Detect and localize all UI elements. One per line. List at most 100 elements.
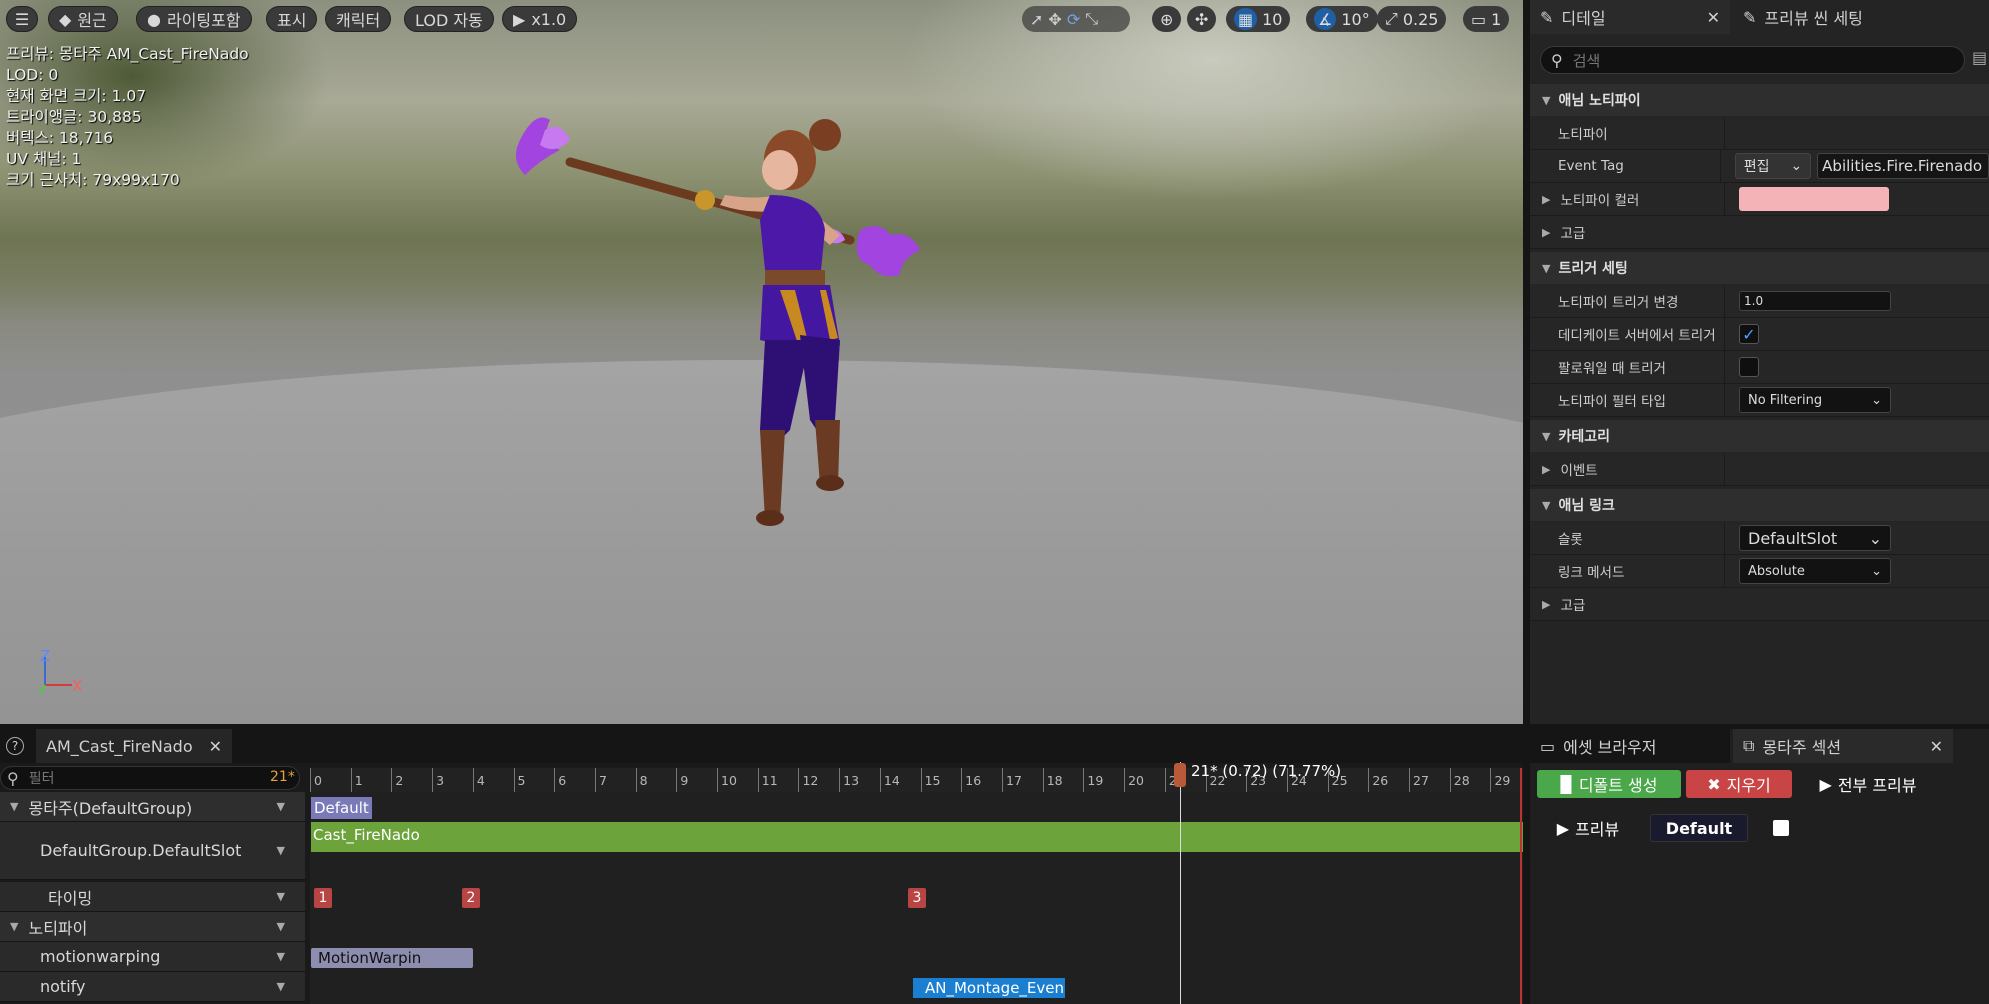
row-event[interactable]: ▶ 이벤트	[1530, 453, 1989, 486]
section-loop-checkbox[interactable]	[1773, 820, 1789, 836]
lighting-button[interactable]: ● 라이팅포함	[136, 6, 252, 32]
timeline-filter-input[interactable]: ⚲ 필터	[0, 766, 300, 790]
cube-icon: ◆	[59, 9, 72, 29]
character-button[interactable]: 캐릭터	[325, 6, 392, 32]
ruler-tick: 26	[1368, 768, 1388, 792]
close-icon[interactable]: ✕	[1707, 8, 1720, 27]
notify-color-label-cell[interactable]: ▶ 노티파이 컬러	[1530, 183, 1725, 215]
tab-montage-sections-label: 몽타주 섹션	[1762, 738, 1842, 757]
slot-dropdown[interactable]: DefaultSlot ⌄	[1739, 525, 1891, 551]
show-button[interactable]: 표시	[266, 6, 318, 32]
dropdown-icon[interactable]: ▼	[277, 950, 285, 963]
close-icon[interactable]: ✕	[1930, 737, 1943, 756]
local-space-button[interactable]: ⊕	[1152, 6, 1182, 32]
montage-event-notify[interactable]: AN_Montage_Even	[913, 978, 1065, 998]
rotate-icon[interactable]: ⟳	[1067, 10, 1080, 29]
filter-type-dropdown[interactable]: No Filtering ⌄	[1739, 387, 1891, 413]
folder-icon: ▭	[1540, 736, 1556, 756]
section-category[interactable]: ▼ 카테고리	[1530, 420, 1989, 452]
playback-speed-button[interactable]: ▶ x1.0	[502, 6, 578, 32]
select-icon[interactable]: ➚	[1030, 10, 1043, 29]
tab-montage[interactable]: AM_Cast_FireNado ✕	[36, 729, 232, 763]
section-default-button[interactable]: Default	[1650, 814, 1748, 842]
preview-viewport[interactable]: ☰ ◆ 원근 ● 라이팅포함 표시 캐릭터 LOD 자동 ▶ x1.0 ➚ ✥ ⟳ ⤡ ⊕ …	[0, 0, 1523, 724]
track-timing[interactable]: 타이밍 ▼	[0, 882, 305, 912]
section-anim-link[interactable]: ▼ 애님 링크	[1530, 489, 1989, 521]
viewport-info-triangles: 트라이앵글: 30,885	[6, 108, 142, 126]
close-icon[interactable]: ✕	[209, 737, 222, 756]
move-icon[interactable]: ✥	[1048, 10, 1061, 29]
clear-button[interactable]: ✖ 지우기	[1686, 770, 1792, 798]
tab-preview-scene-settings[interactable]: ✎ 프리뷰 씬 세팅	[1733, 0, 1989, 34]
viewport-info-vertices: 버텍스: 18,716	[6, 129, 114, 147]
track-slot[interactable]: DefaultGroup.DefaultSlot ▼	[0, 822, 305, 880]
timing-marker-3[interactable]: 3	[908, 888, 926, 908]
dropdown-icon[interactable]: ▼	[277, 890, 285, 903]
trigger-change-input[interactable]: 1.0	[1739, 291, 1891, 311]
follower-trigger-checkbox[interactable]	[1739, 357, 1759, 377]
lod-button[interactable]: LOD 자동	[404, 6, 494, 32]
help-icon[interactable]: ?	[6, 737, 24, 755]
sphere-icon: ●	[147, 9, 161, 29]
tab-asset-browser-label: 에셋 브라우저	[1563, 738, 1657, 757]
dropdown-icon[interactable]: ▼	[277, 800, 285, 813]
hamburger-icon: ☰	[14, 9, 30, 29]
row-advanced-1[interactable]: ▶ 고급	[1530, 216, 1989, 249]
preview-button[interactable]: ▶ 프리뷰	[1548, 814, 1628, 842]
section-anim-notify[interactable]: ▼ 애님 노티파이	[1530, 84, 1989, 116]
link-method-dropdown[interactable]: Absolute ⌄	[1739, 558, 1891, 584]
menu-button[interactable]: ☰	[6, 6, 38, 32]
track-notifies-label: 노티파이	[28, 918, 88, 938]
event-tag-edit-button[interactable]: 편집 ⌄	[1734, 153, 1812, 179]
surface-snap-button[interactable]: ✣	[1187, 6, 1217, 32]
create-default-button[interactable]: ▉ 디폴트 생성	[1537, 770, 1681, 798]
tab-details[interactable]: ✎ 디테일 ✕	[1530, 0, 1730, 34]
axis-x-label: X	[72, 677, 83, 695]
viewport-info-uv: UV 채널: 1	[6, 150, 82, 168]
event-tag-value[interactable]: Abilities.Fire.Firenado	[1817, 153, 1989, 179]
section-default-block[interactable]: Default	[311, 797, 372, 819]
pencil-icon: ✎	[1540, 7, 1554, 27]
chevron-down-icon: ▼	[10, 800, 19, 813]
timing-marker-2[interactable]: 2	[462, 888, 480, 908]
ruler-tick: 7	[594, 768, 607, 792]
axis-gizmo	[39, 657, 72, 694]
rotation-snap-button[interactable]: ∡ 10°	[1306, 6, 1378, 32]
track-notify[interactable]: notify ▼	[0, 972, 305, 1002]
ruler-tick: 16	[961, 768, 981, 792]
event-tag-label: Event Tag	[1530, 150, 1721, 182]
scale-snap-button[interactable]: ⤢ 0.25	[1377, 6, 1447, 32]
track-motionwarping[interactable]: motionwarping ▼	[0, 942, 305, 972]
grid-snap-button[interactable]: ▦ 10	[1226, 6, 1291, 32]
row-event-tag: Event Tag 편집 ⌄ Abilities.Fire.Firenado	[1530, 150, 1989, 183]
tab-asset-browser[interactable]: ▭ 에셋 브라우저	[1530, 729, 1730, 763]
dropdown-icon[interactable]: ▼	[277, 844, 285, 857]
perspective-button[interactable]: ◆ 원근	[48, 6, 118, 32]
ruler-tick: 19	[1083, 768, 1103, 792]
details-search-input[interactable]: ⚲ 검색	[1540, 46, 1965, 74]
tab-montage-sections[interactable]: ⧉ 몽타주 섹션 ✕	[1733, 729, 1953, 763]
scale-icon[interactable]: ⤡	[1085, 9, 1098, 29]
notify-color-swatch[interactable]	[1739, 187, 1889, 211]
playhead-handle[interactable]	[1174, 763, 1186, 787]
track-montage-group[interactable]: ▼ 몽타주(DefaultGroup) ▼	[0, 792, 305, 822]
pencil-icon: ✎	[1743, 7, 1757, 27]
slot-clip[interactable]: Cast_FireNado	[311, 822, 1523, 852]
dropdown-icon[interactable]: ▼	[277, 980, 285, 993]
ruler-tick: 9	[676, 768, 688, 792]
document-icon: ▉	[1560, 774, 1573, 794]
track-notifies[interactable]: ▼ 노티파이 ▼	[0, 912, 305, 942]
dedicated-server-checkbox[interactable]: ✓	[1739, 324, 1759, 344]
table-view-icon[interactable]: ▤	[1972, 48, 1987, 67]
timing-marker-1[interactable]: 1	[314, 888, 332, 908]
preview-all-button[interactable]: ▶ 전부 프리뷰	[1808, 770, 1928, 798]
motionwarping-notify-state[interactable]: MotionWarpin	[311, 948, 473, 968]
viewport-info-screen-size: 현재 화면 크기: 1.07	[6, 87, 147, 105]
tab-preview-scene-label: 프리뷰 씬 세팅	[1764, 9, 1863, 28]
rotation-snap-value: 10°	[1341, 9, 1370, 29]
row-advanced-2[interactable]: ▶ 고급	[1530, 588, 1989, 621]
camera-speed-button[interactable]: ▭ 1	[1463, 6, 1510, 32]
transform-tools[interactable]: ➚ ✥ ⟳ ⤡	[1022, 6, 1130, 32]
section-trigger-settings[interactable]: ▼ 트리거 세팅	[1530, 252, 1989, 284]
dropdown-icon[interactable]: ▼	[277, 920, 285, 933]
